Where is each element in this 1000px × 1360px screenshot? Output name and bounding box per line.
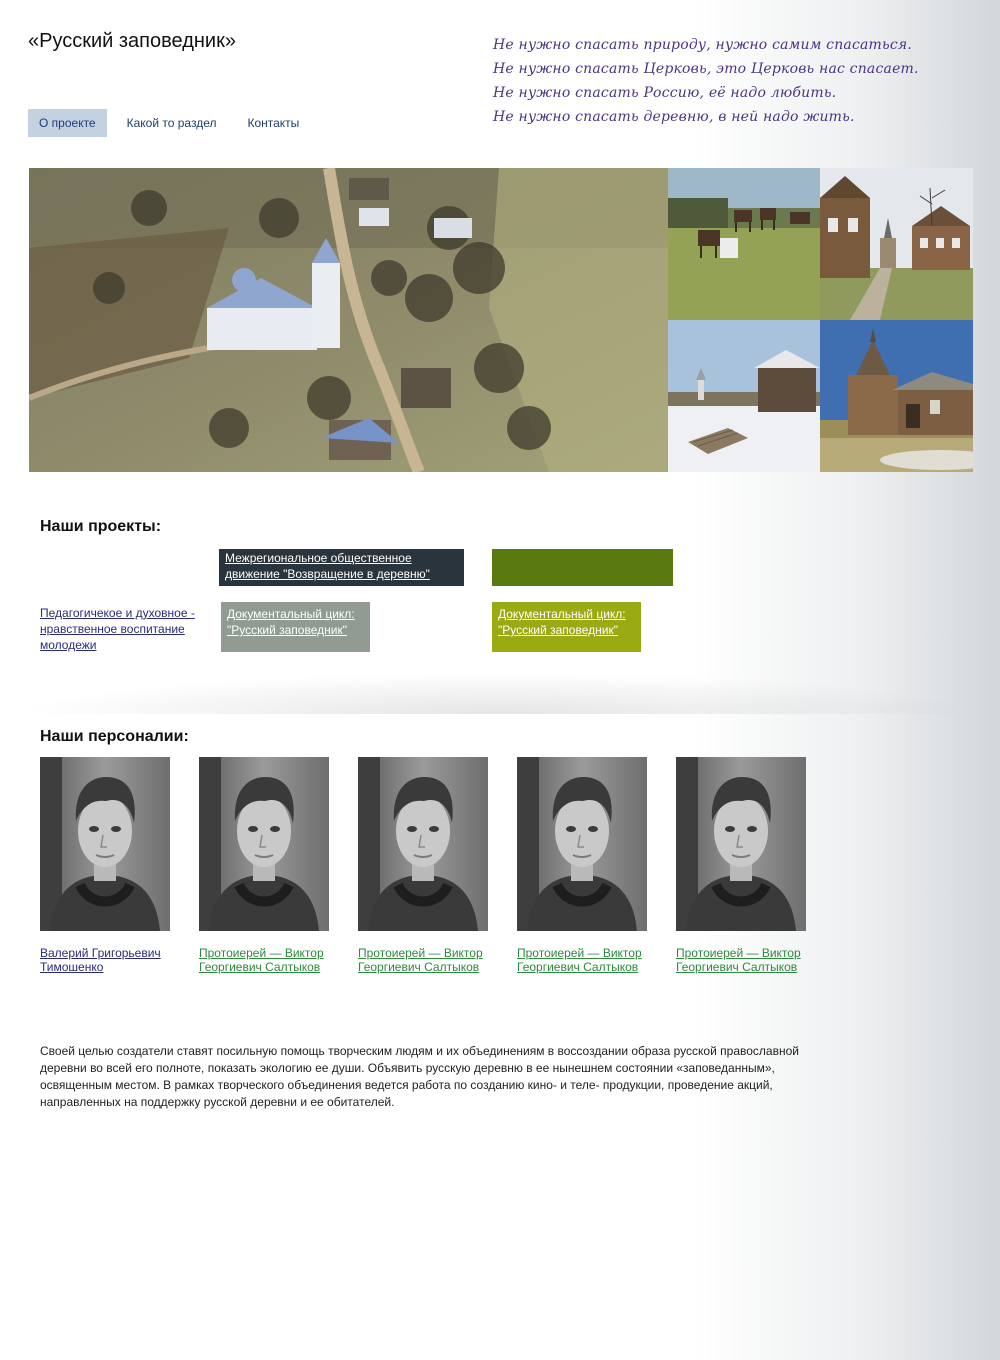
person-portrait[interactable]: [517, 757, 647, 931]
quote-line: Не нужно спасать Россию, её надо любить.: [493, 85, 837, 101]
project-tile: Документальный цикл: "Русский заповедник…: [492, 602, 641, 652]
site-title: «Русский заповедник»: [28, 30, 236, 52]
project-link-russian-reserve-2[interactable]: Документальный цикл: "Русский заповедник…: [498, 607, 626, 637]
quote-line: Не нужно спасать природу, нужно самим сп…: [493, 37, 912, 53]
person-portrait[interactable]: [358, 757, 488, 931]
hero-collage: [29, 168, 973, 472]
quote-line: Не нужно спасать деревню, в ней надо жит…: [493, 109, 855, 125]
nav-item-section[interactable]: Какой то раздел: [116, 109, 228, 137]
projects-heading: Наши проекты:: [40, 518, 162, 535]
person-name-link[interactable]: Протоиерей — Виктор Георгиевич Салтыков: [358, 946, 498, 974]
about-text: Своей целью создатели ставят посильную п…: [40, 1044, 799, 1109]
project-link-return-to-village[interactable]: Межрегиональное общественное движение "В…: [225, 551, 430, 581]
project-link-byzantium[interactable]: Документальный цикл: "Битва за Византию": [35, 551, 170, 581]
winter-house-photo: [668, 320, 820, 472]
person-name-link[interactable]: Протоиерей — Виктор Георгиевич Салтыков: [199, 946, 339, 974]
section-divider: [29, 674, 973, 714]
persons-heading: Наши персоналии:: [40, 728, 189, 745]
person-card: Протоиерей — Виктор Георгиевич Салтыков: [199, 757, 339, 974]
person-portrait[interactable]: [199, 757, 329, 931]
person-card: Протоиерей — Виктор Георгиевич Салтыков: [676, 757, 816, 974]
person-portrait[interactable]: [40, 757, 170, 931]
project-tile: Документальный цикл: "Русский заповедник…: [221, 602, 370, 652]
nav-item-contacts[interactable]: Контакты: [236, 109, 310, 137]
nav-item-about[interactable]: О проекте: [28, 109, 107, 137]
wooden-chapel-photo: [820, 320, 973, 472]
person-portrait[interactable]: [676, 757, 806, 931]
village-aerial-photo: [29, 168, 668, 472]
quote-line: Не нужно спасать Церковь, это Церковь на…: [493, 61, 919, 77]
project-tile-empty: [492, 549, 673, 586]
person-card: Протоиерей — Виктор Георгиевич Салтыков: [517, 757, 657, 974]
project-link-education[interactable]: Педагогичекое и духовное - нравственное …: [40, 606, 195, 652]
person-name-link[interactable]: Протоиерей — Виктор Георгиевич Салтыков: [676, 946, 816, 974]
person-card: Валерий Григорьевич Тимошенко: [40, 757, 180, 974]
quotes-block: Не нужно спасать природу, нужно самим сп…: [493, 33, 983, 129]
person-card: Протоиерей — Виктор Георгиевич Салтыков: [358, 757, 498, 974]
person-name-link[interactable]: Валерий Григорьевич Тимошенко: [40, 946, 180, 974]
village-street-photo: [820, 168, 973, 320]
project-tile: Педагогичекое и духовное - нравственное …: [34, 604, 219, 656]
horses-photo: [668, 168, 820, 320]
project-link-russian-reserve[interactable]: Документальный цикл: "Русский заповедник…: [227, 607, 355, 637]
project-tile: - Документальный цикл: "Битва за Византи…: [29, 549, 189, 584]
main-nav: О проекте Какой то раздел Контакты: [28, 109, 319, 137]
project-tile: Межрегиональное общественное движение "В…: [219, 549, 464, 586]
person-name-link[interactable]: Протоиерей — Виктор Георгиевич Салтыков: [517, 946, 657, 974]
